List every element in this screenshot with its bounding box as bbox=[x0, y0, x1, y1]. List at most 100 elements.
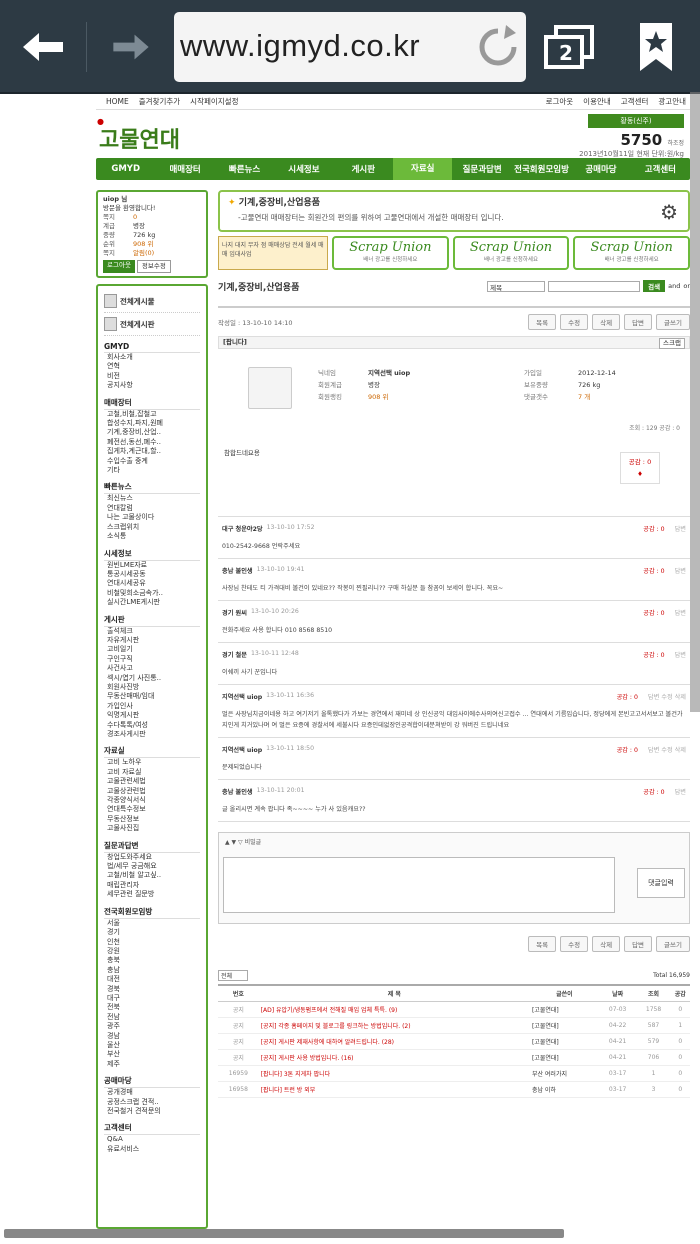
or-radio[interactable]: or bbox=[683, 282, 690, 290]
row-title[interactable]: [공지] 각종 홈페이지 및 블로그를 링크하는 방법입니다. (2) bbox=[258, 1017, 530, 1034]
menu-item[interactable]: Q&A bbox=[104, 1135, 200, 1144]
comment-actions[interactable]: 답변 bbox=[675, 526, 686, 533]
menu-section-title[interactable]: 게시판 bbox=[104, 614, 200, 627]
menu-item[interactable]: 서울 bbox=[104, 919, 200, 928]
ad-banner-scrap[interactable]: Scrap Union 배너 광고를 신청하세요 bbox=[452, 236, 570, 270]
nav-support[interactable]: 고객센터 bbox=[631, 163, 690, 175]
scrap-button[interactable]: 스크랩 bbox=[659, 338, 685, 349]
nav-auction[interactable]: 공매마당 bbox=[571, 163, 630, 175]
tabs-button[interactable]: 2 bbox=[530, 0, 608, 94]
search-button[interactable]: 검색 bbox=[643, 280, 666, 292]
table-row[interactable]: 16959 [팝니다] 3톤 지게차 팝니다 부산 여러가지 03-17 1 0 bbox=[218, 1065, 690, 1082]
profile-value[interactable]: 지역선택 uiop bbox=[368, 367, 410, 379]
menu-section-title[interactable]: 전국회원모임방 bbox=[104, 906, 200, 919]
write-button[interactable]: 글쓰기 bbox=[656, 314, 690, 330]
guide-link[interactable]: 이용안내 bbox=[583, 96, 611, 107]
menu-item[interactable]: 경조사게시판 bbox=[104, 730, 200, 739]
nav-meeting[interactable]: 전국회원모임방 bbox=[512, 163, 571, 175]
all-posts-link[interactable]: 전체게시물 bbox=[104, 290, 200, 313]
comment-author[interactable]: 지역선택 uiop bbox=[222, 745, 262, 754]
home-link[interactable]: HOME bbox=[106, 97, 129, 106]
comment-actions[interactable]: 답변 bbox=[675, 610, 686, 617]
menu-item[interactable]: 경기 bbox=[104, 928, 200, 937]
comment-author[interactable]: 대구 청운야2당 bbox=[222, 524, 263, 533]
menu-section-title[interactable]: 고객센터 bbox=[104, 1122, 200, 1136]
site-logo[interactable]: ● 고물연대 bbox=[97, 116, 180, 154]
nav-price[interactable]: 시세정보 bbox=[274, 163, 333, 175]
comment-like[interactable]: 공감 : 0 bbox=[643, 568, 664, 575]
menu-item[interactable]: 섹시/엽기 사진통.. bbox=[104, 674, 200, 683]
reply-button[interactable]: 답변 bbox=[624, 314, 653, 330]
menu-item[interactable]: 나는 고물상이다 bbox=[104, 513, 200, 522]
comment-actions[interactable]: 답변 bbox=[675, 568, 686, 575]
menu-item[interactable]: 스크랩위치 bbox=[104, 523, 200, 532]
menu-item[interactable]: 폐전선,동선,폐수.. bbox=[104, 438, 200, 447]
menu-item[interactable]: 전북 bbox=[104, 1003, 200, 1012]
menu-item[interactable]: 연대특수정보 bbox=[104, 805, 200, 814]
forward-button[interactable] bbox=[88, 0, 174, 94]
menu-item[interactable]: 고비 노하우 bbox=[104, 758, 200, 767]
bookmark-button[interactable] bbox=[612, 0, 700, 94]
row-author[interactable]: [고물연대] bbox=[529, 1049, 599, 1066]
menu-item[interactable]: 최신뉴스 bbox=[104, 494, 200, 503]
delete-button[interactable]: 삭제 bbox=[592, 936, 621, 952]
menu-item[interactable]: 고비 자료실 bbox=[104, 768, 200, 777]
row-title[interactable]: [팝니다] 3톤 지게차 팝니다 bbox=[258, 1065, 530, 1082]
menu-item[interactable]: 가입인사 bbox=[104, 702, 200, 711]
menu-item[interactable]: 집게차,계근대,할.. bbox=[104, 447, 200, 456]
comment-textarea[interactable] bbox=[223, 857, 615, 913]
menu-section-title[interactable]: 매매장터 bbox=[104, 397, 200, 410]
table-row[interactable]: 공지 [AD] 유압기/냉동펌프에서 전해질 매입 업체 특특. (9) [고물연대… bbox=[218, 1001, 690, 1018]
format-icons[interactable]: ▲ ▼ ▽ bbox=[225, 839, 245, 846]
menu-item[interactable]: 기계,중장비,산업.. bbox=[104, 428, 200, 437]
menu-item[interactable]: 인천 bbox=[104, 938, 200, 947]
comment-actions[interactable]: 답변 bbox=[675, 789, 686, 796]
menu-item[interactable]: 고비일기 bbox=[104, 645, 200, 654]
nav-gmyd[interactable]: GMYD bbox=[96, 164, 155, 174]
search-field-select[interactable]: 제목 bbox=[487, 280, 546, 292]
comment-actions[interactable]: 답변 수정 삭제 bbox=[648, 694, 686, 701]
menu-item[interactable]: 고물관련세법 bbox=[104, 777, 200, 786]
comment-like[interactable]: 공감 : 0 bbox=[643, 789, 664, 796]
menu-item[interactable]: 무동산정보 bbox=[104, 815, 200, 824]
delete-button[interactable]: 삭제 bbox=[592, 314, 621, 330]
comment-submit-button[interactable]: 댓글입력 bbox=[637, 868, 685, 898]
row-title[interactable]: [공지] 게시판 제재사항에 대하여 알려드립니다. (28) bbox=[258, 1033, 530, 1050]
menu-item[interactable]: 연대시세공유 bbox=[104, 579, 200, 588]
startpage-link[interactable]: 시작페이지설정 bbox=[190, 96, 238, 107]
logout-link[interactable]: 로그아웃 bbox=[546, 96, 574, 107]
menu-item[interactable]: 연혁 bbox=[104, 362, 200, 371]
menu-item[interactable]: 무동산매매/임대 bbox=[104, 692, 200, 701]
list-button[interactable]: 목록 bbox=[528, 936, 557, 952]
menu-item[interactable]: 경남 bbox=[104, 1032, 200, 1041]
menu-item[interactable]: 익명게시판 bbox=[104, 711, 200, 720]
menu-item[interactable]: 수입수출 중계 bbox=[104, 457, 200, 466]
menu-item[interactable]: 회사소개 bbox=[104, 353, 200, 362]
stat-value[interactable]: 알림(0) bbox=[133, 249, 154, 258]
row-title[interactable]: [공지] 게시판 사용 방법입니다. (16) bbox=[258, 1049, 530, 1066]
list-filter-select[interactable]: 전체 bbox=[218, 969, 248, 981]
menu-item[interactable]: 고철/비철 알고싶.. bbox=[104, 871, 200, 880]
edit-profile-button[interactable]: 정보수정 bbox=[136, 260, 171, 273]
menu-item[interactable]: 공정스크랩 견적.. bbox=[104, 1098, 200, 1107]
and-radio[interactable]: and bbox=[668, 282, 680, 290]
menu-item[interactable]: 고철,비철,잡철고 bbox=[104, 410, 200, 419]
nav-archive[interactable]: 자료실 bbox=[393, 158, 453, 180]
menu-item[interactable]: 매립관리자 bbox=[104, 881, 200, 890]
like-button[interactable]: 공감 : 0 ♦ bbox=[620, 452, 660, 484]
logout-button[interactable]: 로그아웃 bbox=[103, 260, 135, 273]
nav-board[interactable]: 게시판 bbox=[334, 163, 393, 175]
menu-item[interactable]: 소식통 bbox=[104, 532, 200, 541]
comment-author[interactable]: 충남 불인생 bbox=[222, 566, 253, 575]
menu-item[interactable]: 실시간LME게시판 bbox=[104, 598, 200, 607]
row-author[interactable]: [고물연대] bbox=[529, 1001, 599, 1018]
menu-item[interactable]: 공지사항 bbox=[104, 381, 200, 390]
ad-banner-house[interactable]: 나지 대지 무자 점 매매상담 전세 월세 매매 임대사업 bbox=[218, 236, 328, 270]
support-link[interactable]: 고객센터 bbox=[621, 96, 649, 107]
edit-button[interactable]: 수정 bbox=[560, 936, 589, 952]
menu-item[interactable]: 창업도와주세요 bbox=[104, 853, 200, 862]
table-row[interactable]: 16958 [팝니다] 트런 방 외부 충남 이하 03-17 3 0 bbox=[218, 1081, 690, 1098]
menu-item[interactable]: 대구 bbox=[104, 994, 200, 1003]
menu-item[interactable]: 법/세무 궁금해요 bbox=[104, 862, 200, 871]
menu-section-title[interactable]: GMYD bbox=[104, 342, 200, 353]
